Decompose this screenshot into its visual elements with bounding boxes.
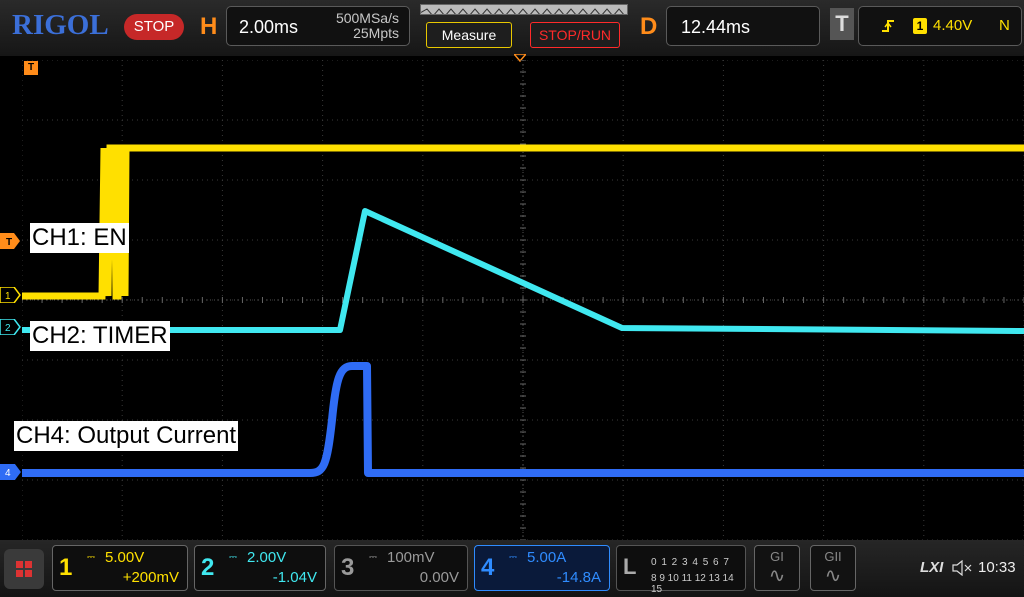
channel-2-panel[interactable]: 2 ⎓ 2.00V -1.04V (194, 545, 326, 591)
horizontal-panel[interactable]: 2.00ms 500MSa/s 25Mpts (226, 6, 410, 46)
menu-square-icon (16, 561, 23, 568)
generator-2-button[interactable]: GII ∿ (810, 545, 856, 591)
stop-run-button[interactable]: STOP/RUN (530, 22, 620, 48)
ch2-annotation: CH2: TIMER (30, 321, 170, 351)
trigger-level: 4.40V (933, 17, 973, 34)
menu-square-icon (25, 561, 32, 568)
delay-label[interactable]: D (640, 12, 657, 42)
channel-3-scale: 100mV (387, 549, 435, 566)
channel-1-offset: +200mV (122, 569, 179, 586)
trigger-mode: N (999, 17, 1010, 34)
channel-4-number: 4 (481, 554, 495, 581)
menu-square-icon (25, 570, 32, 577)
channel-2-coupling-icon: ⎓ (229, 552, 237, 563)
sample-rate: 500MSa/s (335, 10, 399, 26)
trigger-level-marker-text: T (6, 237, 12, 248)
channel-1-panel[interactable]: 1 ⎓ 5.00V +200mV (52, 545, 188, 591)
memory-depth: 25Mpts (353, 25, 399, 41)
ch1-marker-text: 1 (5, 291, 11, 302)
timebase-value: 2.00ms (239, 17, 299, 37)
logic-analyzer-panel[interactable]: L 0 1 2 3 4 5 6 7 8 9 10 11 12 13 14 15 (616, 545, 746, 595)
channel-4-panel[interactable]: 4 ⎓ 5.00A -14.8A (474, 545, 610, 591)
menu-square-icon (16, 570, 23, 577)
rising-edge-icon (882, 20, 894, 32)
ch4-offset-marker[interactable]: 4 (0, 464, 22, 480)
generator-1-button[interactable]: GI ∿ (754, 545, 800, 591)
generator-2-label: GII (824, 549, 842, 564)
ch4-annotation: CH4: Output Current (14, 421, 239, 451)
ch1-annotation: CH1: EN (30, 223, 129, 253)
ch1-trace (22, 144, 1024, 300)
waveform-display[interactable]: CH1: EN CH2: TIMER CH4: Output Current (14, 60, 1024, 540)
bottom-toolbar: 1 ⎓ 5.00V +200mV 2 ⎓ 2.00V -1.04V 3 ⎓ 10… (0, 540, 1024, 597)
channel-1-coupling-icon: ⎓ (87, 552, 95, 563)
memory-position-bar[interactable] (420, 4, 628, 15)
trigger-panel[interactable]: 1 4.40V N (858, 6, 1022, 46)
channel-1-scale: 5.00V (105, 549, 145, 566)
delay-panel[interactable]: 12.44ms (666, 6, 820, 46)
sine-wave-icon: ∿ (768, 565, 786, 587)
channel-3-coupling-icon: ⎓ (369, 552, 377, 563)
ch2-trace (22, 208, 1024, 334)
logic-channels-row-2: 8 9 10 11 12 13 14 15 (651, 573, 734, 595)
channel-1-number: 1 (59, 554, 73, 581)
logic-channels-row-1: 0 1 2 3 4 5 6 7 (651, 557, 730, 568)
ch2-marker-text: 2 (5, 323, 11, 334)
channel-3-offset: 0.00V (419, 569, 459, 586)
channel-4-offset: -14.8A (556, 569, 601, 586)
trigger-source-badge: 1 (913, 18, 927, 34)
delay-value: 12.44ms (681, 17, 751, 37)
ch1-offset-marker[interactable]: 1 (0, 287, 22, 303)
trigger-label[interactable]: T (830, 8, 854, 40)
generator-1-label: GI (770, 549, 784, 564)
channel-4-scale: 5.00A (527, 549, 567, 566)
channel-3-number: 3 (341, 554, 355, 581)
channel-2-offset: -1.04V (272, 569, 317, 586)
logic-label: L (623, 554, 637, 579)
trigger-level-marker[interactable]: T (0, 233, 22, 249)
clock: 10:33 (978, 559, 1016, 576)
ch4-trace (22, 362, 1024, 477)
horizontal-label[interactable]: H (200, 12, 217, 42)
channel-2-scale: 2.00V (247, 549, 287, 566)
sine-wave-icon: ∿ (824, 565, 842, 587)
top-toolbar: RIGOL STOP H 2.00ms 500MSa/s 25Mpts Meas… (0, 0, 1024, 56)
channel-2-number: 2 (201, 554, 215, 581)
ch4-marker-text: 4 (5, 468, 11, 479)
brand-logo: RIGOL (12, 9, 109, 41)
speaker-muted-icon[interactable] (952, 560, 972, 576)
waveform-traces (22, 144, 1024, 477)
ch2-offset-marker[interactable]: 2 (0, 319, 22, 335)
measure-button[interactable]: Measure (426, 22, 512, 48)
channel-3-panel[interactable]: 3 ⎓ 100mV 0.00V (334, 545, 468, 591)
run-state-button[interactable]: STOP (124, 14, 184, 40)
memory-waveform-icon (421, 8, 624, 14)
function-menu-button[interactable] (4, 549, 44, 589)
channel-4-coupling-icon: ⎓ (509, 552, 517, 563)
lxi-logo: LXI (920, 559, 944, 576)
